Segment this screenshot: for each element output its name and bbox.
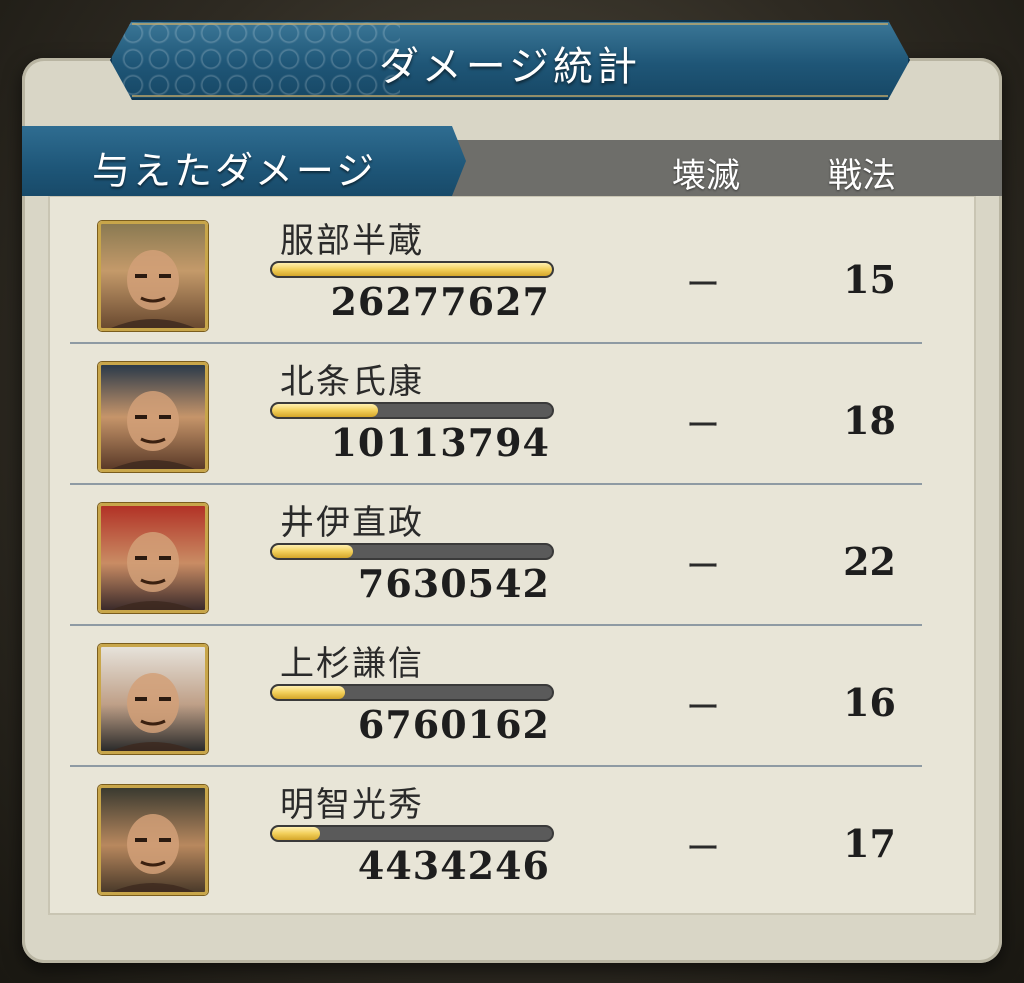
tactic-count: 17 <box>843 821 896 866</box>
damage-bar-fill <box>272 827 320 840</box>
damage-bar <box>270 402 554 419</box>
tab-dealt-damage-label: 与えたダメージ <box>92 149 378 193</box>
hattori-hanzo-portrait <box>111 250 195 328</box>
avatar[interactable] <box>98 785 208 895</box>
table-row[interactable]: 明智光秀 4434246 ー 17 <box>70 767 922 908</box>
damage-bar <box>270 261 554 278</box>
destroy-value: ー <box>686 265 720 305</box>
damage-bar <box>270 684 554 701</box>
tactic-count: 18 <box>843 398 896 443</box>
general-name: 井伊直政 <box>280 503 424 543</box>
avatar[interactable] <box>98 221 208 331</box>
ii-naomasa-portrait <box>111 532 195 610</box>
tactic-count: 15 <box>843 257 896 302</box>
general-name: 服部半蔵 <box>280 221 424 261</box>
damage-bar-fill <box>272 686 345 699</box>
avatar[interactable] <box>98 503 208 613</box>
general-name: 北条氏康 <box>280 362 424 402</box>
avatar[interactable] <box>98 362 208 472</box>
uesugi-kenshin-portrait <box>111 673 195 751</box>
damage-value: 10113794 <box>330 420 550 465</box>
damage-bar-fill <box>272 404 379 417</box>
table-row[interactable]: 北条氏康 10113794 ー 18 <box>70 344 922 485</box>
damage-bar <box>270 825 554 842</box>
damage-bar-fill <box>272 263 552 276</box>
table-row[interactable]: 井伊直政 7630542 ー 22 <box>70 485 922 626</box>
damage-value: 7630542 <box>357 561 550 606</box>
general-name: 明智光秀 <box>280 785 424 825</box>
table-row[interactable]: 上杉謙信 6760162 ー 16 <box>70 626 922 767</box>
title-banner: ダメージ統計 <box>110 20 910 100</box>
destroy-value: ー <box>686 547 720 587</box>
column-tactic-header: 戦法 <box>828 156 896 196</box>
tactic-count: 16 <box>843 680 896 725</box>
damage-bar <box>270 543 554 560</box>
tactic-count: 22 <box>843 539 896 584</box>
destroy-value: ー <box>686 829 720 869</box>
destroy-value: ー <box>686 406 720 446</box>
akechi-mitsuhide-portrait <box>111 814 195 892</box>
column-destroy-header: 壊滅 <box>672 156 740 196</box>
damage-value: 26277627 <box>330 279 550 324</box>
damage-value: 4434246 <box>357 843 550 888</box>
table-row[interactable]: 服部半蔵 26277627 ー 15 <box>70 203 922 344</box>
general-name: 上杉謙信 <box>280 644 424 684</box>
damage-bar-fill <box>272 545 354 558</box>
destroy-value: ー <box>686 688 720 728</box>
avatar[interactable] <box>98 644 208 754</box>
page-title: ダメージ統計 <box>379 44 641 90</box>
damage-value: 6760162 <box>357 702 550 747</box>
hojo-ujiyasu-portrait <box>111 391 195 469</box>
